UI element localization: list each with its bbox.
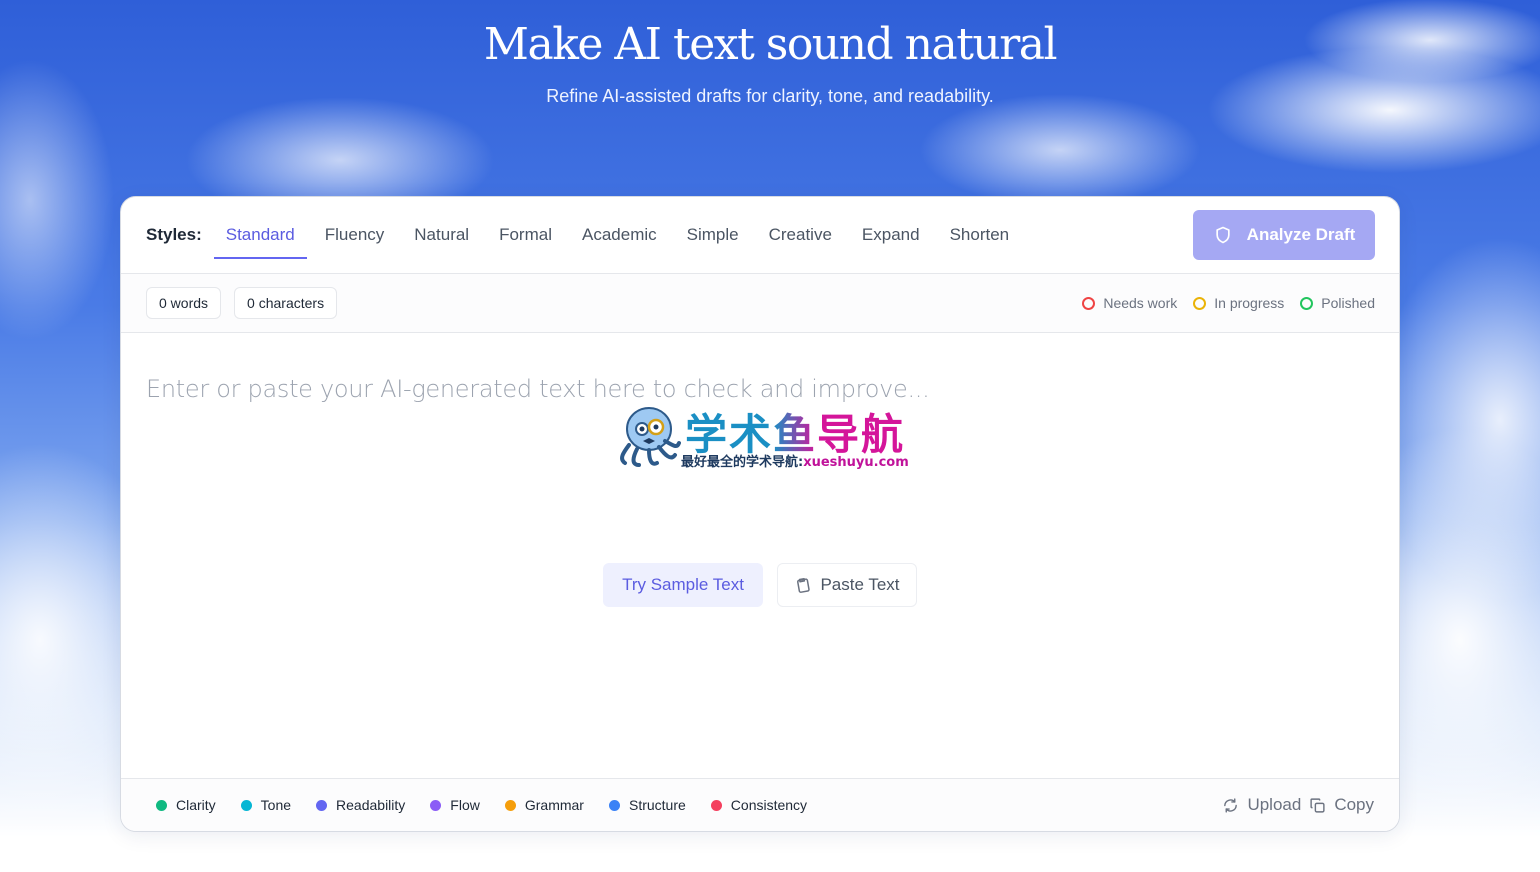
metric-label: Structure [628, 797, 686, 813]
editor-card: Styles: Standard Fluency Natural Formal … [120, 196, 1400, 832]
status-label: Polished [1321, 295, 1375, 311]
dot-icon [240, 799, 252, 811]
page-subtitle: Refine AI-assisted drafts for clarity, t… [546, 86, 994, 106]
dot-icon [430, 799, 442, 811]
watermark-subtitle-cn: 最好最全的学术导航: [681, 455, 804, 470]
dot-icon [504, 799, 516, 811]
dot-icon [608, 799, 620, 811]
metric-label: Grammar [524, 797, 584, 813]
watermark-subtitle: 最好最全的学术导航:xueshuyu.com [681, 451, 909, 470]
metric-label: Clarity [176, 797, 216, 813]
metric-label: Flow [450, 797, 480, 813]
metric-consistency: Consistency [710, 797, 808, 813]
metric-flow: Flow [430, 797, 480, 813]
tab-academic[interactable]: Academic [570, 213, 669, 257]
paste-text-button[interactable]: Paste Text [777, 563, 917, 607]
try-sample-text-button[interactable]: Try Sample Text [603, 563, 763, 607]
status-label: Needs work [1103, 295, 1178, 311]
tab-fluency[interactable]: Fluency [313, 213, 397, 257]
upload-button[interactable]: Upload [1222, 795, 1301, 815]
dot-icon [156, 799, 167, 811]
status-label: In progress [1214, 295, 1285, 311]
status-needs-work: Needs work [1082, 295, 1177, 311]
hero: Make AI text sound natural Refine AI-ass… [0, 0, 1540, 107]
page-title: Make AI text sound natural [483, 19, 1058, 70]
watermark-url: xueshuyu.com [803, 455, 909, 470]
metric-clarity: Clarity [156, 797, 216, 813]
word-count: 0 words [146, 287, 222, 319]
status-ring-icon [1082, 296, 1096, 310]
copy-button[interactable]: Copy [1309, 795, 1374, 815]
copy-icon [1310, 797, 1325, 813]
footer-actions: Upload Copy [1222, 779, 1374, 831]
metric-legend: Clarity Tone Readability Flow Grammar St… [156, 797, 807, 813]
watermark-logo: 学术鱼导航 最好最全的学术导航:xueshuyu.com [615, 401, 927, 473]
styles-label: Styles: [146, 225, 202, 244]
shield-icon [1216, 226, 1230, 244]
tab-creative[interactable]: Creative [757, 213, 844, 257]
metric-label: Readability [336, 797, 406, 813]
status-ring-icon [1300, 296, 1314, 310]
metric-readability: Readability [316, 797, 405, 813]
status-ring-icon [1193, 296, 1207, 310]
editor-placeholder[interactable]: Enter or paste your AI-generated text he… [146, 375, 930, 403]
tab-shorten[interactable]: Shorten [938, 213, 1022, 257]
clipboard-icon [797, 577, 811, 593]
status-polished: Polished [1300, 295, 1375, 311]
dot-icon [710, 799, 722, 811]
status-in-progress: In progress [1193, 295, 1284, 311]
text-editor[interactable]: Enter or paste your AI-generated text he… [121, 333, 1399, 779]
octopus-mascot-icon [620, 407, 681, 467]
tab-standard[interactable]: Standard [213, 213, 307, 259]
upload-label: Upload [1247, 795, 1302, 814]
metric-tone: Tone [240, 797, 292, 813]
paste-text-label: Paste Text [820, 575, 900, 594]
footer-bar: Clarity Tone Readability Flow Grammar St… [121, 778, 1399, 831]
metric-structure: Structure [608, 797, 686, 813]
status-legend: Needs work In progress Polished [1082, 274, 1375, 332]
analyze-draft-button[interactable]: Analyze Draft [1193, 210, 1375, 260]
tab-natural[interactable]: Natural [402, 213, 481, 257]
copy-label: Copy [1334, 795, 1374, 814]
style-toolbar: Styles: Standard Fluency Natural Formal … [121, 197, 1399, 274]
tab-formal[interactable]: Formal [487, 213, 564, 257]
tab-simple[interactable]: Simple [675, 213, 751, 257]
stats-bar: 0 words 0 characters Needs work In progr… [121, 274, 1399, 333]
dot-icon [316, 799, 328, 811]
character-count: 0 characters [234, 287, 338, 319]
metric-label: Tone [260, 797, 292, 813]
metric-label: Consistency [730, 797, 808, 813]
metric-grammar: Grammar [504, 797, 584, 813]
analyze-draft-label: Analyze Draft [1246, 225, 1356, 244]
tab-expand[interactable]: Expand [850, 213, 932, 257]
upload-icon [1224, 797, 1238, 813]
